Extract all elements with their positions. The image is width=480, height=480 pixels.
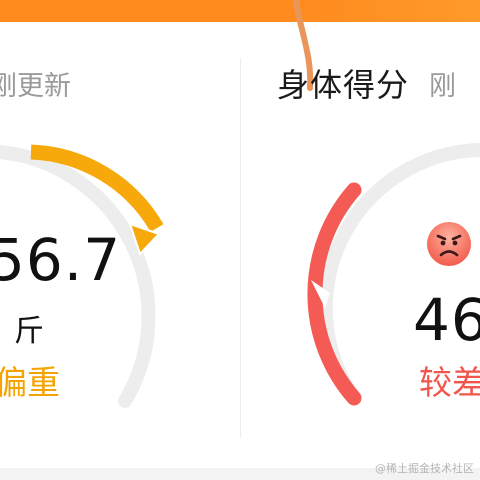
body-score-card[interactable]: 身体得分 刚 46 较差 (241, 58, 480, 438)
score-status: 较差 (419, 363, 480, 402)
top-banner (0, 0, 480, 22)
weight-unit: 斤 (14, 314, 44, 349)
weight-value: 56.7 (0, 226, 122, 294)
watermark: @稀土掘金技术社区 (375, 462, 474, 475)
sad-face-icon (425, 220, 473, 272)
score-value: 46 (413, 286, 480, 354)
weight-status: 偏重 (0, 363, 60, 402)
weight-card[interactable]: 刚更新 56.7 斤 偏重 (0, 58, 240, 438)
